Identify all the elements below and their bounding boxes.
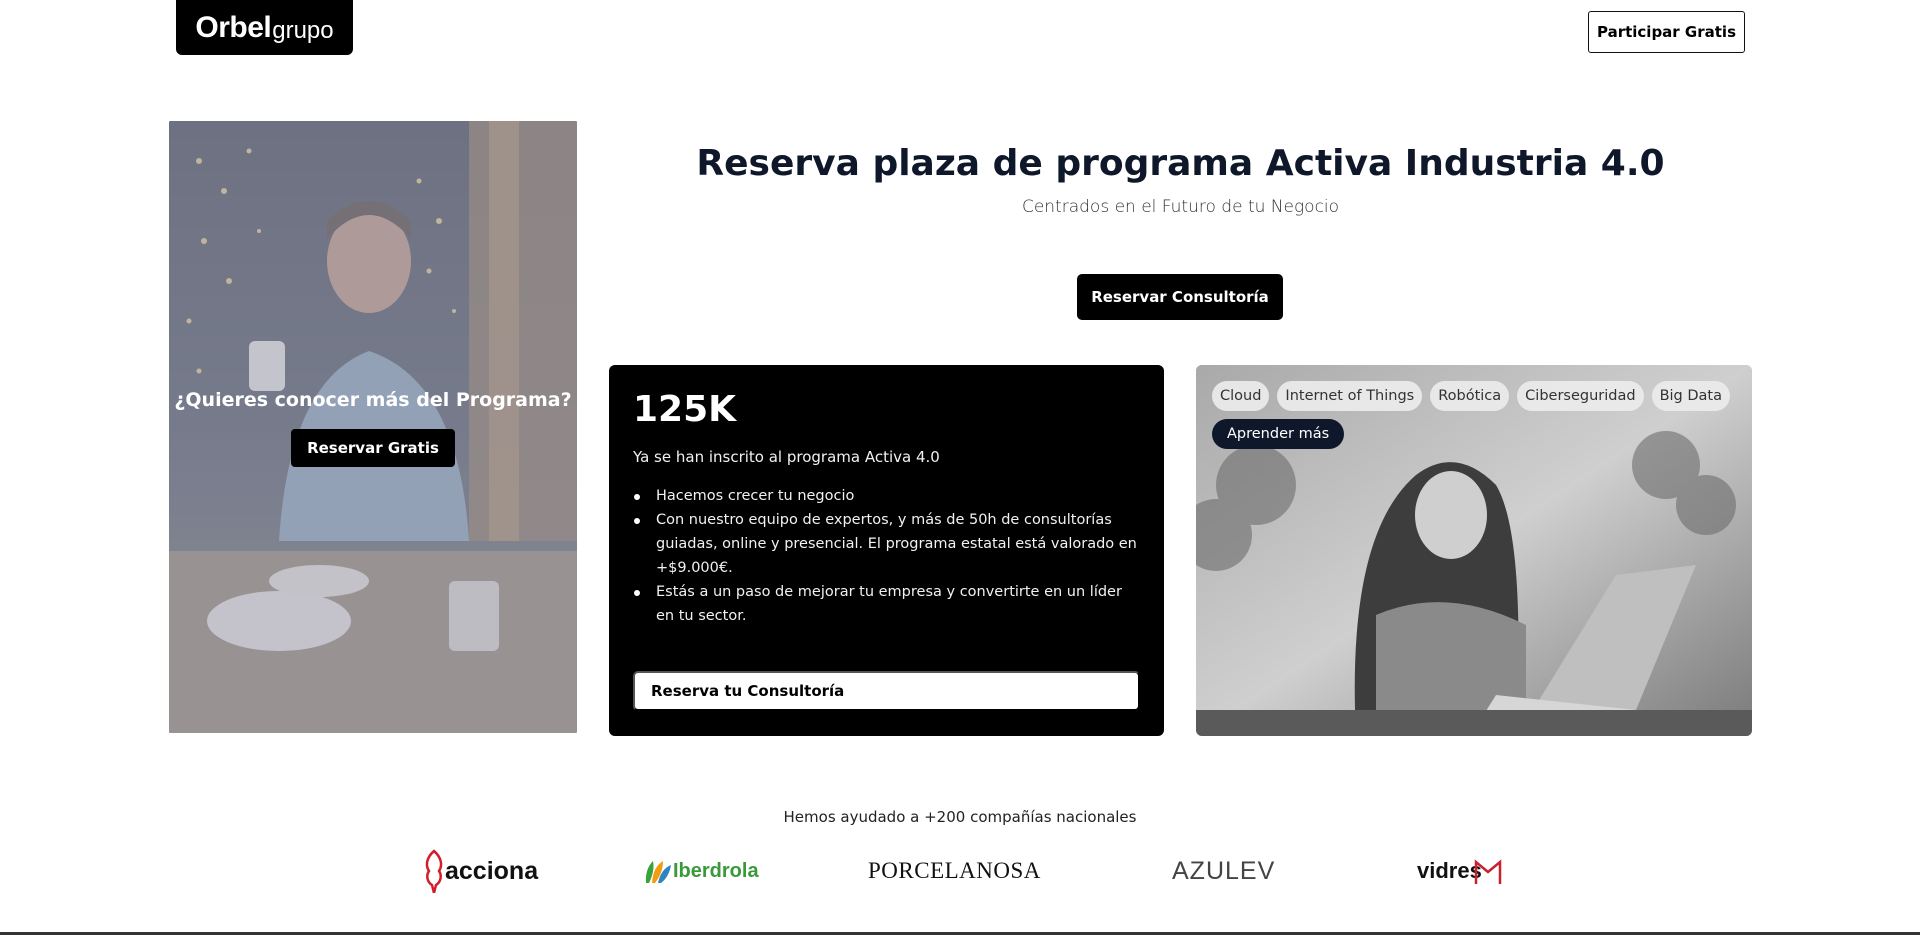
page-subtitle: Centrados en el Futuro de tu Negocio (1021, 197, 1340, 217)
acciona-tree-icon (425, 849, 443, 893)
acciona-logo-text: acciona (445, 856, 539, 885)
tag-internet-of-things[interactable]: Internet of Things (1277, 381, 1423, 411)
reservar-consultoria-button[interactable]: Reservar Consultoría (1077, 274, 1283, 320)
enrollment-count: 125K (633, 389, 737, 430)
tag-cloud[interactable]: Cloud (1212, 381, 1270, 411)
reservar-gratis-button[interactable]: Reservar Gratis (291, 429, 455, 467)
vidres-logo: vidres (1417, 851, 1502, 891)
page-title: Reserva plaza de programa Activa Industr… (696, 143, 1665, 184)
program-promo-card: ¿Quieres conocer más del Programa? Reser… (169, 121, 577, 733)
topic-tags: Cloud Internet of Things Robótica Cibers… (1212, 381, 1736, 449)
enrollment-stats-card: 125K Ya se han inscrito al programa Acti… (609, 365, 1164, 736)
benefits-list: Hacemos crecer tu negocio Con nuestro eq… (633, 484, 1140, 628)
logo-main-text: Orbel (195, 10, 272, 44)
reserva-tu-consultoria-button[interactable]: Reserva tu Consultoría (633, 671, 1140, 711)
promo-title: ¿Quieres conocer más del Programa? (174, 389, 572, 411)
vidres-logo-text: vidres (1417, 858, 1482, 883)
enrollment-description: Ya se han inscrito al programa Activa 4.… (633, 448, 940, 466)
iberdrola-logo: Iberdrola (643, 851, 759, 891)
vidres-mark-icon (1474, 859, 1502, 884)
client-logos: acciona Iberdrola PORCELANOSA AZULEV vid… (0, 845, 1920, 895)
orbel-grupo-logo[interactable]: Orbel grupo (176, 0, 353, 55)
iberdrola-logo-text: Iberdrola (673, 859, 759, 882)
topics-card: Cloud Internet of Things Robótica Cibers… (1196, 365, 1752, 736)
porcelanosa-logo: PORCELANOSA (868, 858, 1041, 883)
clients-heading: Hemos ayudado a +200 compañías nacionale… (783, 808, 1137, 826)
tag-robotica[interactable]: Robótica (1430, 381, 1510, 411)
aprender-mas-button[interactable]: Aprender más (1212, 419, 1345, 449)
logo-sub-text: grupo (272, 16, 334, 44)
promo-content: ¿Quieres conocer más del Programa? Reser… (169, 389, 577, 467)
site-header: Orbel grupo Participar Gratis (0, 0, 1920, 80)
azulev-logo: AZULEV (1172, 856, 1276, 885)
participar-gratis-button[interactable]: Participar Gratis (1588, 11, 1745, 53)
iberdrola-leaf-icon (645, 861, 671, 883)
tag-ciberseguridad[interactable]: Ciberseguridad (1517, 381, 1644, 411)
acciona-logo: acciona (423, 849, 539, 893)
list-item: Con nuestro equipo de expertos, y más de… (633, 508, 1140, 580)
list-item: Hacemos crecer tu negocio (633, 484, 1140, 508)
tag-big-data[interactable]: Big Data (1651, 381, 1730, 411)
list-item: Estás a un paso de mejorar tu empresa y … (633, 580, 1140, 628)
